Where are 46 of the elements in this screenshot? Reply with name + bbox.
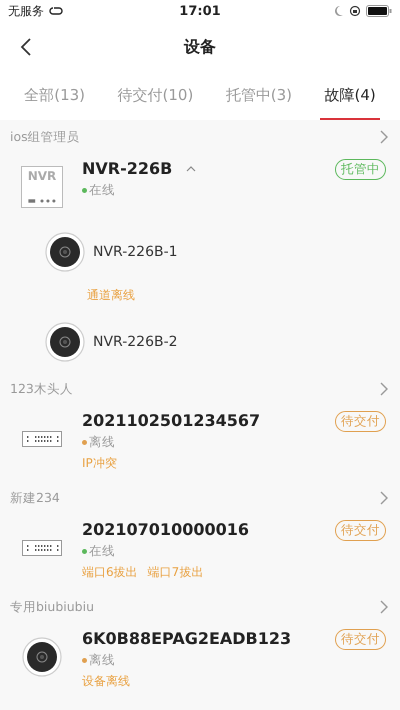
device-name: 202107010000016: [82, 520, 249, 539]
camera-icon: [45, 322, 85, 362]
group-owner: 新建234: [10, 490, 60, 506]
status-text: 在线: [89, 543, 115, 560]
status-badge: 待交付: [335, 411, 386, 432]
channel-name: NVR-226B-1: [93, 244, 178, 260]
filter-tab[interactable]: 待交付(10): [114, 72, 198, 120]
channel-name: NVR-226B-2: [93, 334, 178, 350]
status-badge: 待交付: [335, 629, 386, 650]
recorder-icon: NVR: [21, 166, 63, 208]
alert-text: 通道离线: [87, 288, 135, 302]
switch-icon: [22, 431, 62, 447]
filter-tab[interactable]: 故障(4): [320, 72, 380, 120]
status-text: 离线: [89, 434, 115, 451]
camera-icon: [45, 232, 85, 272]
status-badge: 待交付: [335, 520, 386, 541]
page-title: 设备: [184, 36, 216, 58]
camera-icon: [22, 637, 62, 677]
carrier-text: 无服务: [8, 2, 44, 20]
caret-icon[interactable]: [186, 166, 196, 172]
alert-text: 端口7拔出: [148, 564, 204, 581]
alert-text: IP冲突: [82, 455, 117, 472]
moon-icon: [334, 5, 344, 17]
status-text: 离线: [89, 652, 115, 669]
link-icon: [49, 6, 63, 16]
chevron-right-icon[interactable]: [380, 600, 388, 614]
battery-icon: [366, 5, 392, 17]
group-owner: 专用biubiubiu: [10, 598, 94, 616]
chevron-right-icon[interactable]: [380, 491, 388, 505]
status-badge: 托管中: [335, 159, 386, 180]
switch-icon: [22, 540, 62, 556]
filter-tab[interactable]: 托管中(3): [222, 72, 296, 120]
device-name: 6K0B88EPAG2EADB123: [82, 629, 292, 648]
alert-text: 端口6拔出: [82, 564, 138, 581]
chevron-right-icon[interactable]: [380, 130, 388, 144]
device-name: 2021102501234567: [82, 411, 260, 430]
group-owner: 123木头人: [10, 380, 73, 398]
alert-text: 设备离线: [82, 673, 130, 690]
chevron-right-icon[interactable]: [380, 382, 388, 396]
rotation-lock-icon: [348, 5, 361, 17]
group-owner: ios组管理员: [10, 128, 80, 146]
filter-tab[interactable]: 全部(13): [20, 72, 90, 120]
status-text: 在线: [89, 182, 115, 199]
device-name: NVR-226B: [82, 159, 172, 178]
clock-text: 17:01: [179, 4, 221, 18]
back-icon[interactable]: [20, 38, 32, 56]
